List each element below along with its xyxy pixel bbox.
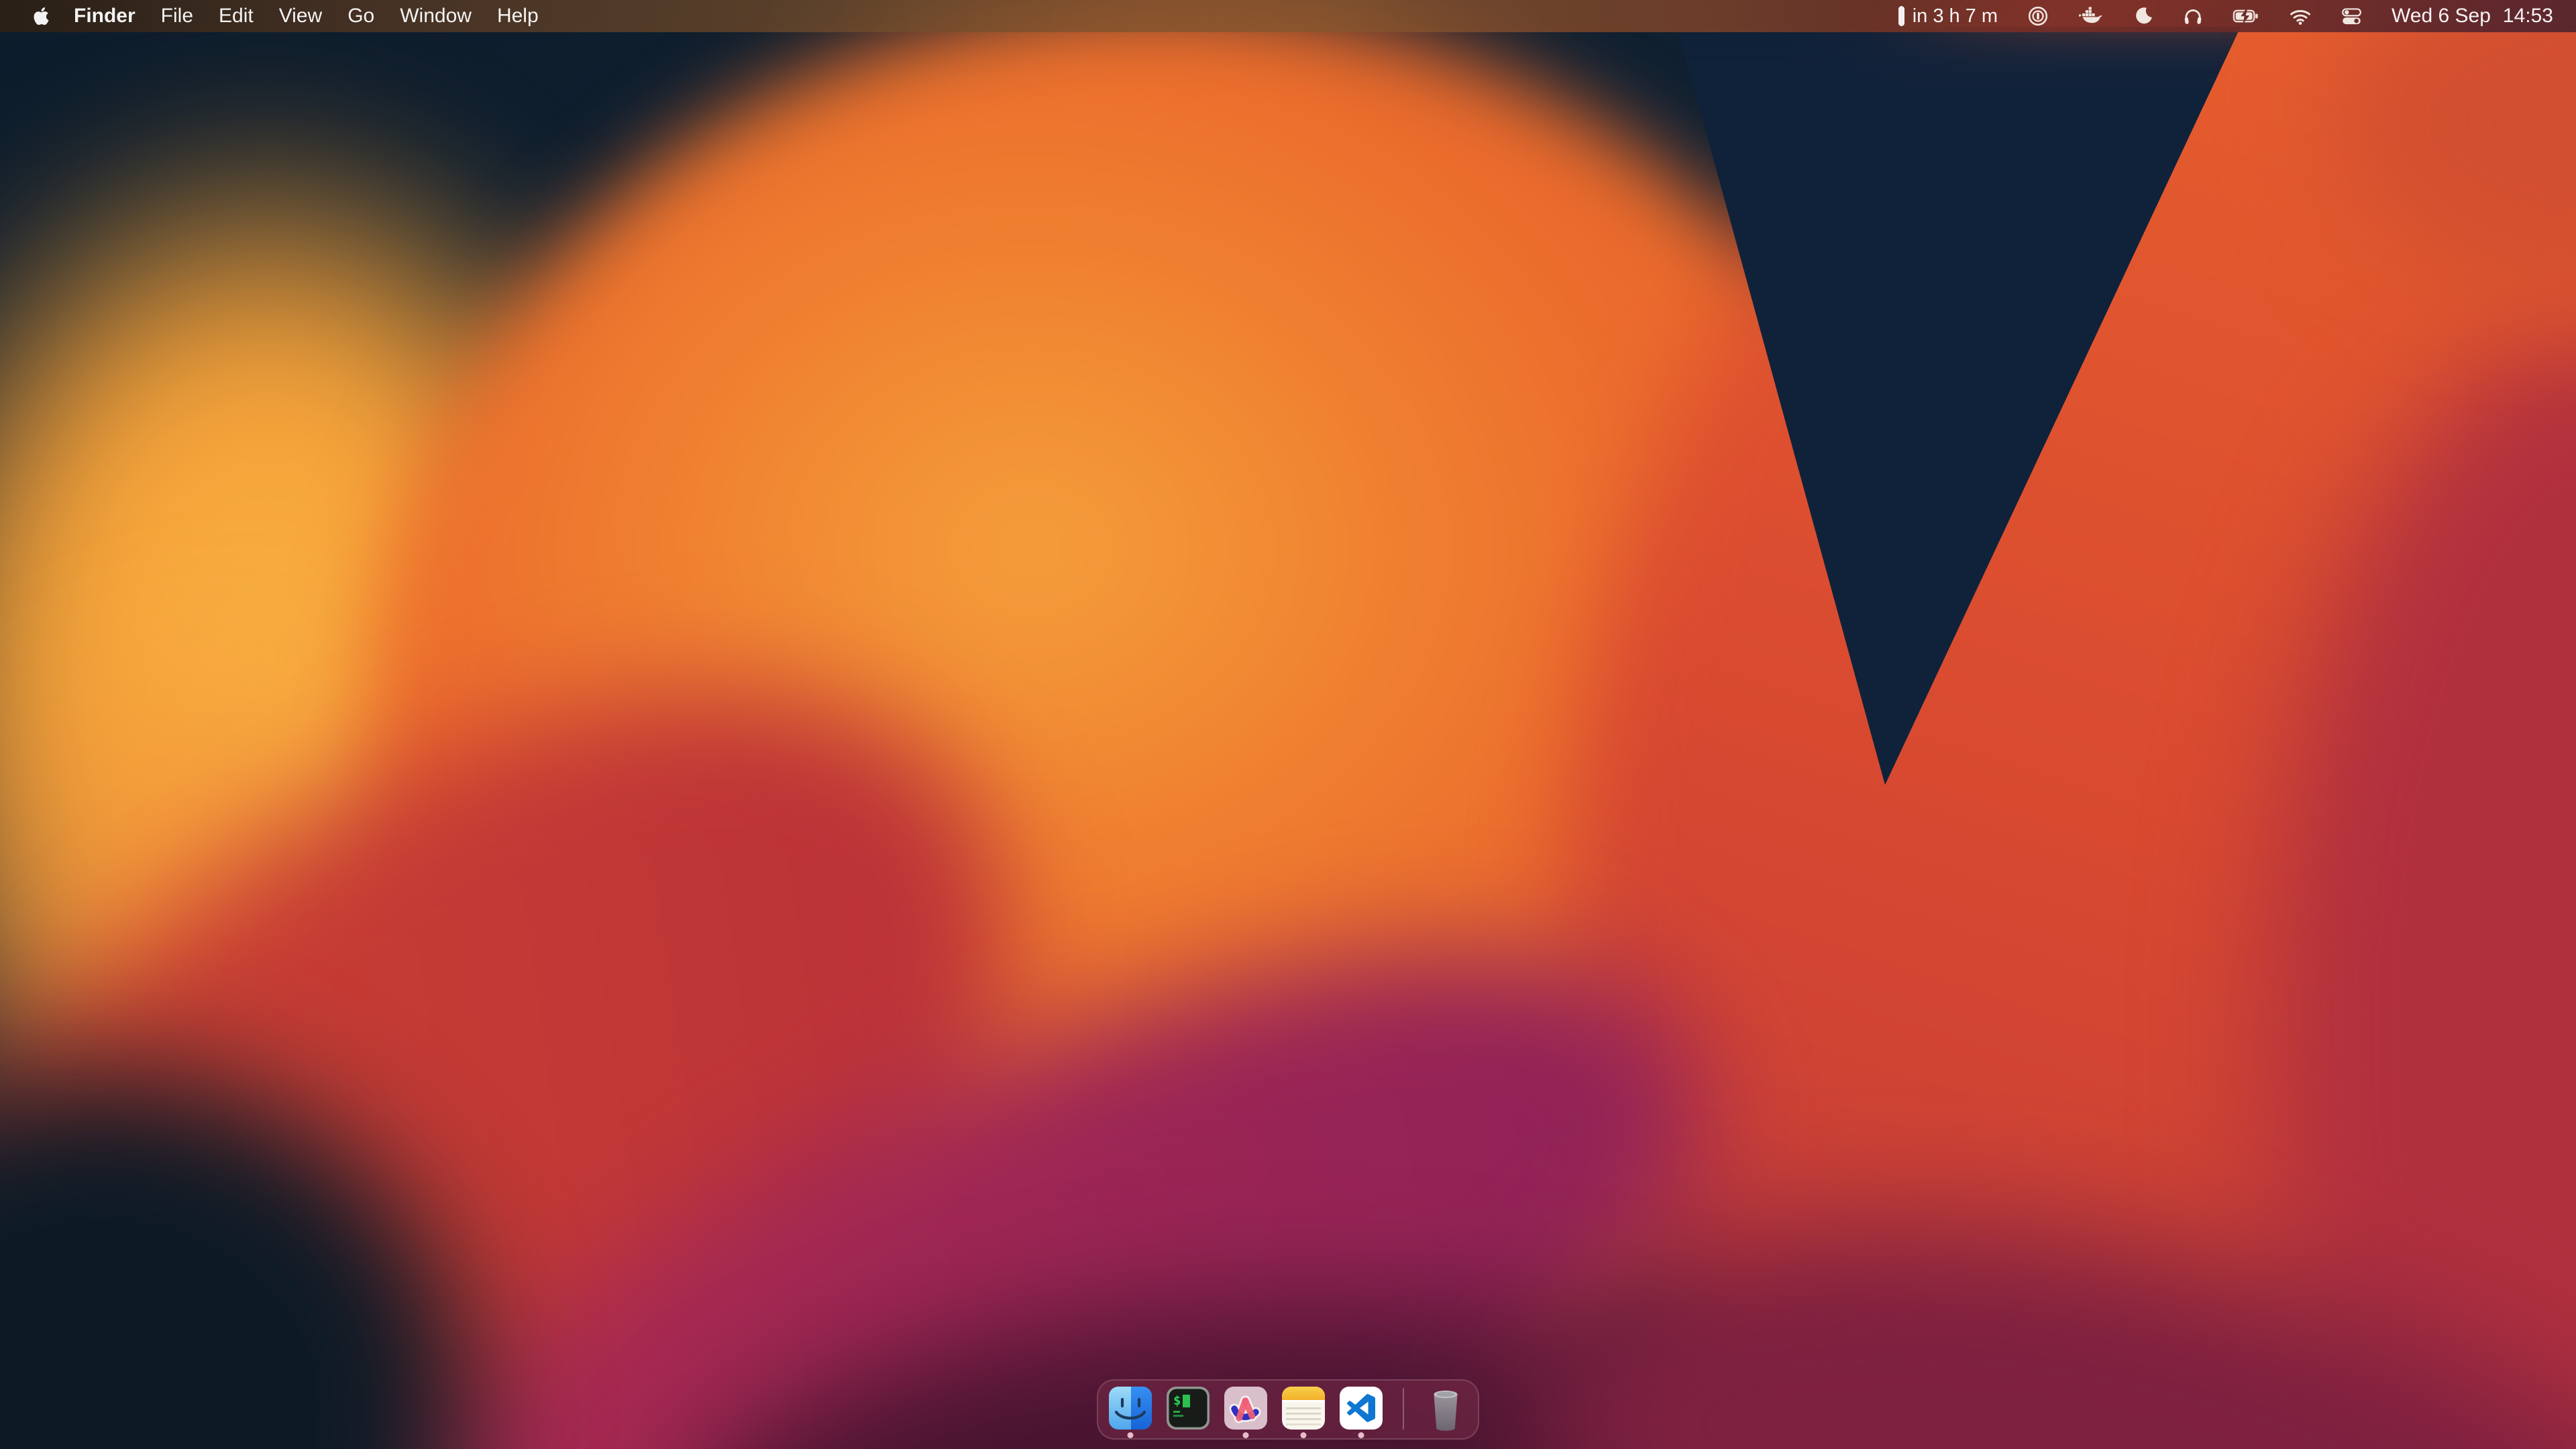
clock-date: Wed 6 Sep	[2392, 5, 2491, 28]
dock-item-finder[interactable]	[1109, 1387, 1152, 1440]
battery-charging-icon	[2233, 7, 2259, 25]
menu-bar-clock[interactable]: Wed 6 Sep 14:53	[2392, 5, 2553, 28]
running-indicator	[1301, 1432, 1307, 1438]
battery-menu-extra[interactable]	[2233, 7, 2259, 25]
menu-item-help[interactable]: Help	[484, 5, 551, 28]
arc-browser-icon	[1224, 1387, 1267, 1430]
apple-logo-icon	[34, 6, 49, 26]
dock-separator	[1403, 1388, 1404, 1430]
menu-item-edit[interactable]: Edit	[206, 5, 266, 28]
dock-item-trash[interactable]	[1424, 1387, 1467, 1440]
desktop: Finder File Edit View Go Window Help in …	[0, 0, 2576, 1449]
headphones-icon	[2183, 7, 2203, 25]
menu-item-finder[interactable]: Finder	[61, 5, 148, 28]
dock: $	[1097, 1379, 1479, 1440]
trash-icon	[1424, 1387, 1467, 1435]
docker-menu-extra[interactable]	[2078, 7, 2104, 25]
1password-menu-extra[interactable]	[2027, 5, 2049, 27]
audio-output-menu-extra[interactable]	[2183, 7, 2203, 25]
desktop-wallpaper[interactable]	[0, 0, 2576, 1449]
dock-item-notes[interactable]	[1282, 1387, 1325, 1440]
timer-menu-extra[interactable]: in 3 h 7 m	[1898, 5, 1998, 28]
control-center-icon	[2341, 7, 2362, 25]
menu-bar-left: Finder File Edit View Go Window Help	[0, 5, 551, 28]
vertical-pill-icon	[1898, 6, 1904, 26]
dock-item-terminal[interactable]: $	[1167, 1387, 1210, 1440]
dock-item-arc[interactable]	[1224, 1387, 1267, 1440]
finder-icon	[1109, 1387, 1152, 1430]
docker-icon	[2078, 7, 2104, 25]
running-indicator	[1243, 1432, 1249, 1438]
notes-icon	[1282, 1387, 1325, 1430]
running-indicator	[1128, 1432, 1134, 1438]
menu-bar: Finder File Edit View Go Window Help in …	[0, 0, 2576, 32]
terminal-icon: $	[1167, 1387, 1210, 1430]
focus-menu-extra[interactable]	[2133, 6, 2153, 26]
menu-item-view[interactable]: View	[266, 5, 335, 28]
1password-icon	[2027, 5, 2049, 27]
vscode-icon	[1340, 1387, 1383, 1430]
dock-item-vscode[interactable]	[1340, 1387, 1383, 1440]
menu-item-go[interactable]: Go	[335, 5, 387, 28]
menu-bar-status: in 3 h 7 m	[1898, 5, 2576, 28]
clock-time: 14:53	[2503, 5, 2553, 28]
menu-item-window[interactable]: Window	[387, 5, 484, 28]
wifi-icon	[2289, 7, 2312, 25]
svg-text:$: $	[1173, 1393, 1181, 1408]
moon-icon	[2133, 6, 2153, 26]
running-indicator	[1358, 1432, 1364, 1438]
apple-menu[interactable]	[21, 6, 61, 26]
control-center-menu-extra[interactable]	[2341, 7, 2362, 25]
menu-item-file[interactable]: File	[148, 5, 206, 28]
timer-countdown-label: in 3 h 7 m	[1913, 5, 1998, 28]
wifi-menu-extra[interactable]	[2289, 7, 2312, 25]
